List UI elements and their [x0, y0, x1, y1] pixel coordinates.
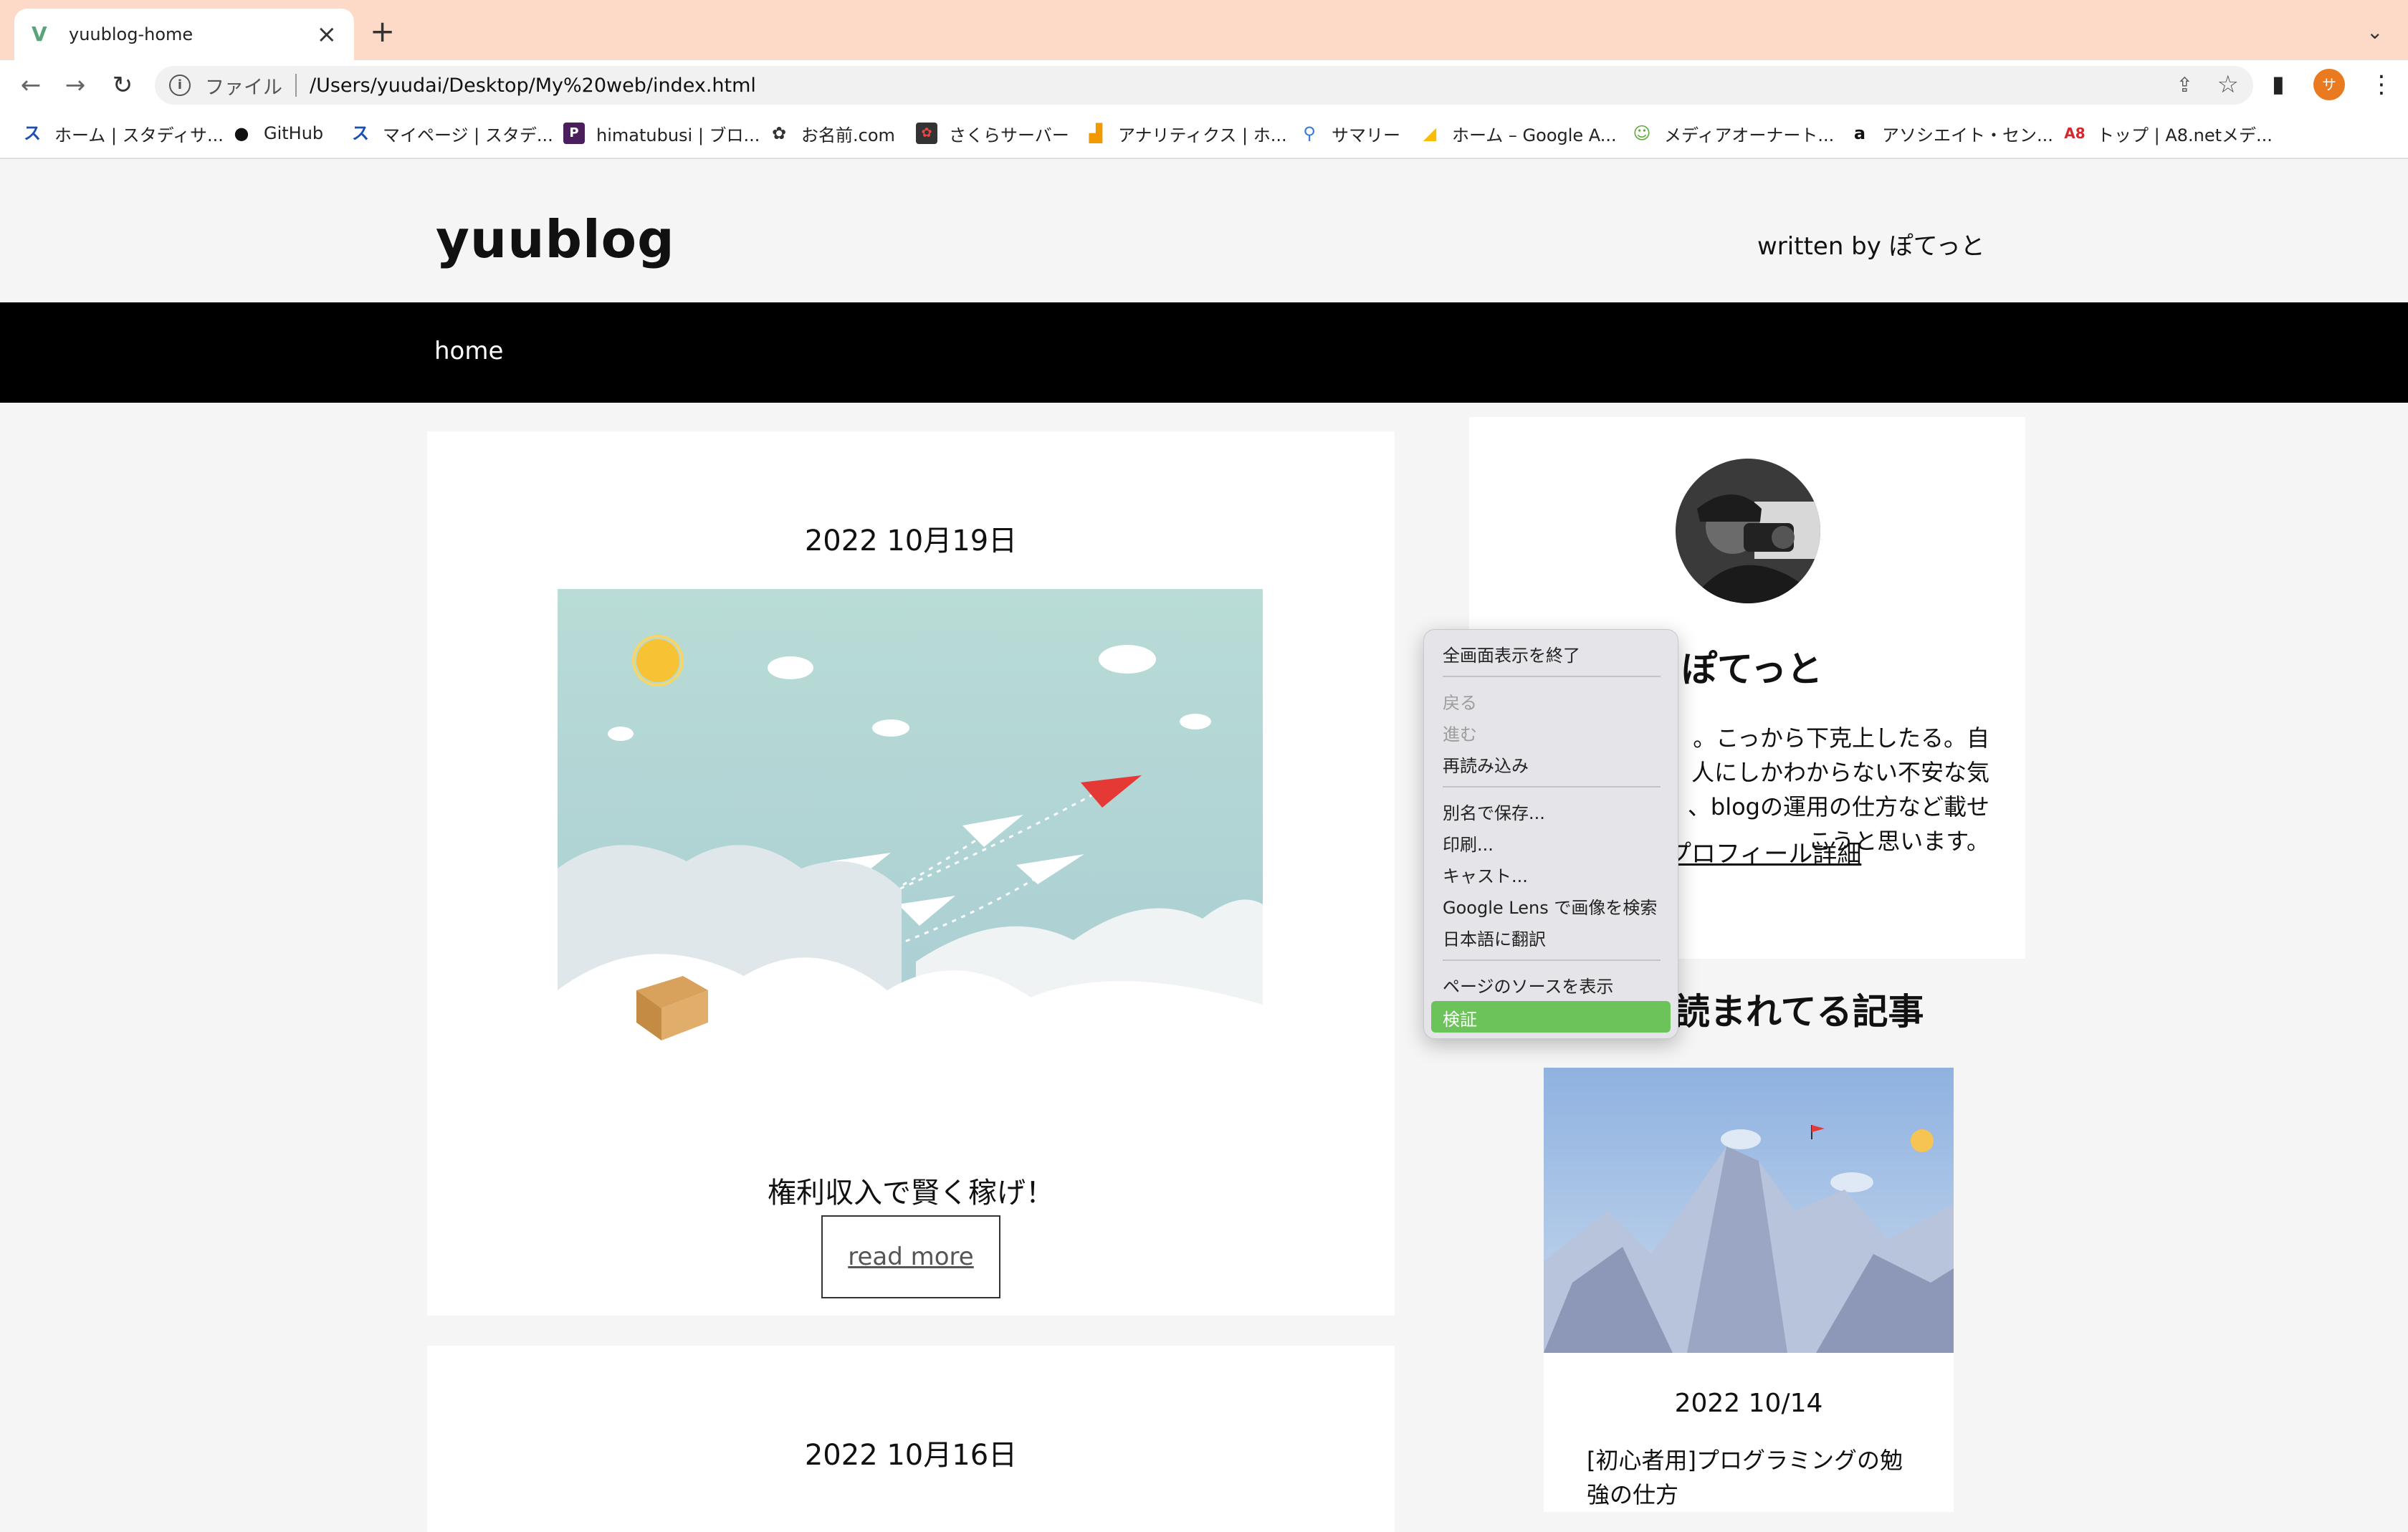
- bookmark-item[interactable]: ☺ メディアオーナート...: [1631, 120, 1834, 146]
- address-scheme: ファイル: [205, 76, 282, 99]
- bookmark-item[interactable]: A8 トップ | A8.netメデ...: [2064, 120, 2273, 146]
- bookmark-label: アナリティクス | ホ...: [1118, 125, 1287, 145]
- bookmarks-bar: スホーム | スタディサ... ● GitHub スマイページ | スタデ... …: [0, 110, 2408, 159]
- tab-strip: V yuublog-home × + ⌄: [0, 0, 2408, 60]
- menu-separator: [1443, 676, 1661, 677]
- post-date: 2022 10月19日: [804, 525, 1018, 557]
- post-thumbnail[interactable]: [558, 589, 1263, 1063]
- popular-heading: 読まれてる記事: [1674, 991, 1924, 1033]
- reload-icon[interactable]: ↻: [106, 69, 139, 102]
- bookmark-item[interactable]: a アソシエイト・セン...: [1849, 120, 2053, 146]
- summary-icon: ⚲: [1303, 123, 1316, 143]
- popular-article-title[interactable]: [初心者用]プログラミングの勉強の仕方: [1587, 1443, 1924, 1512]
- bookmark-label: アソシエイト・セン...: [1882, 125, 2053, 145]
- bookmark-item[interactable]: ✿ お名前.com: [768, 120, 895, 146]
- onamae-icon: ✿: [771, 123, 787, 143]
- bookmark-label: サマリー: [1332, 125, 1400, 145]
- forward-icon[interactable]: →: [59, 69, 92, 102]
- studysapuri-icon: ス: [24, 123, 41, 143]
- avatar: [1676, 459, 1820, 603]
- profile-name: ぽてっと: [1681, 648, 1822, 690]
- bookmark-label: トップ | A8.netメデ...: [2097, 125, 2273, 145]
- bookmark-label: メディアオーナート...: [1664, 125, 1835, 145]
- menu-item-translate[interactable]: 日本語に翻訳: [1443, 925, 1546, 950]
- menu-icon[interactable]: ⋮: [2369, 70, 2394, 99]
- address-url[interactable]: /Users/yuudai/Desktop/My%20web/index.htm…: [310, 75, 756, 97]
- sakura-icon: ✿: [916, 123, 937, 144]
- context-menu: 全画面表示を終了 戻る 進む 再読み込み 別名で保存... 印刷... キャスト…: [1423, 629, 1678, 1039]
- menu-item-exit-fullscreen[interactable]: 全画面表示を終了: [1443, 641, 1580, 666]
- menu-item-reload[interactable]: 再読み込み: [1443, 752, 1529, 777]
- bookmark-item[interactable]: ● GitHub: [231, 120, 324, 146]
- studysapuri-icon: ス: [352, 123, 369, 143]
- github-icon: ●: [234, 123, 249, 143]
- tab-active[interactable]: V yuublog-home ×: [14, 9, 354, 60]
- vue-icon: V: [32, 22, 47, 46]
- bookmark-item[interactable]: ✿ さくらサーバー: [916, 120, 1069, 146]
- bookmark-label: GitHub: [264, 123, 324, 143]
- bookmark-item[interactable]: ⚲ サマリー: [1299, 120, 1400, 146]
- side-panel-icon[interactable]: ▮: [2272, 70, 2285, 97]
- menu-item-cast[interactable]: キャスト...: [1443, 862, 1528, 887]
- bookmark-item[interactable]: スマイページ | スタデ...: [350, 120, 553, 146]
- bookmark-item[interactable]: ▟ アナリティクス | ホ...: [1085, 120, 1287, 146]
- post-card: 2022 10月16日: [427, 1346, 1395, 1532]
- bookmark-item[interactable]: ◢ ホーム – Google A...: [1419, 120, 1617, 146]
- post-card: 2022 10月19日 権利収入で賢く稼げ！ read more: [427, 431, 1395, 1316]
- bookmark-label: ホーム | スタディサ...: [54, 125, 224, 145]
- popular-article-thumbnail[interactable]: [1544, 1068, 1954, 1353]
- close-icon[interactable]: ×: [317, 20, 338, 49]
- menu-item-print[interactable]: 印刷...: [1443, 830, 1494, 856]
- a8-icon: A8: [2064, 125, 2086, 142]
- new-tab-button[interactable]: +: [370, 16, 395, 47]
- site-author: written by ぽてっと: [1757, 232, 1985, 261]
- menu-separator: [1443, 786, 1661, 787]
- bookmark-label: マイページ | スタデ...: [383, 125, 553, 145]
- popular-article-date: 2022 10/14: [1674, 1389, 1823, 1418]
- tab-title: yuublog-home: [69, 24, 194, 44]
- post-title[interactable]: 権利収入で賢く稼げ！: [427, 1169, 1395, 1211]
- profile-detail-link[interactable]: プロフィール詳細: [1667, 834, 1861, 869]
- divider: [295, 74, 297, 97]
- share-icon[interactable]: ⇪: [2177, 73, 2193, 97]
- back-icon[interactable]: ←: [14, 69, 47, 102]
- menu-item-save-as[interactable]: 別名で保存...: [1443, 799, 1545, 824]
- menu-separator: [1443, 959, 1661, 961]
- popular-article-card[interactable]: 2022 10/14 [初心者用]プログラミングの勉強の仕方: [1544, 1068, 1954, 1512]
- bookmark-star-icon[interactable]: ☆: [2217, 70, 2239, 99]
- bookmark-item[interactable]: Phimatubusi | ブロ...: [563, 120, 760, 146]
- blog-icon: P: [563, 123, 585, 144]
- bookmark-item[interactable]: スホーム | スタディサ...: [22, 120, 224, 146]
- nav-home-link[interactable]: home: [434, 337, 503, 365]
- profile-avatar[interactable]: サ: [2313, 69, 2345, 100]
- bookmark-label: お名前.com: [801, 125, 895, 145]
- read-more-button[interactable]: read more: [821, 1215, 1000, 1298]
- analytics-icon: ▟: [1089, 123, 1103, 143]
- menu-item-view-source[interactable]: ページのソースを表示: [1443, 972, 1613, 997]
- info-icon[interactable]: i: [169, 75, 191, 96]
- menu-item-inspect[interactable]: 検証: [1443, 1005, 1477, 1030]
- bookmark-label: himatubusi | ブロ...: [596, 125, 760, 145]
- bookmark-label: ホーム – Google A...: [1452, 125, 1617, 145]
- amazon-icon: a: [1853, 123, 1866, 143]
- web-page: yuublog written by ぽてっと home 2022 10月19日: [0, 159, 2408, 1532]
- menu-item-forward: 進む: [1443, 724, 1477, 745]
- menu-item-back: 戻る: [1443, 693, 1477, 713]
- menu-item-google-lens[interactable]: Google Lens で画像を検索: [1443, 894, 1657, 919]
- media-icon: ☺: [1633, 123, 1651, 143]
- site-title[interactable]: yuublog: [436, 209, 675, 269]
- bookmark-label: さくらサーバー: [949, 125, 1069, 145]
- post-date: 2022 10月16日: [804, 1439, 1018, 1472]
- toolbar: ← → ↻ i ファイル /Users/yuudai/Desktop/My%20…: [0, 60, 2408, 110]
- google-ads-icon: ◢: [1423, 123, 1437, 143]
- site-nav: home: [0, 302, 2408, 403]
- chevron-down-icon[interactable]: ⌄: [2366, 20, 2383, 44]
- address-bar[interactable]: i ファイル /Users/yuudai/Desktop/My%20web/in…: [155, 66, 2253, 105]
